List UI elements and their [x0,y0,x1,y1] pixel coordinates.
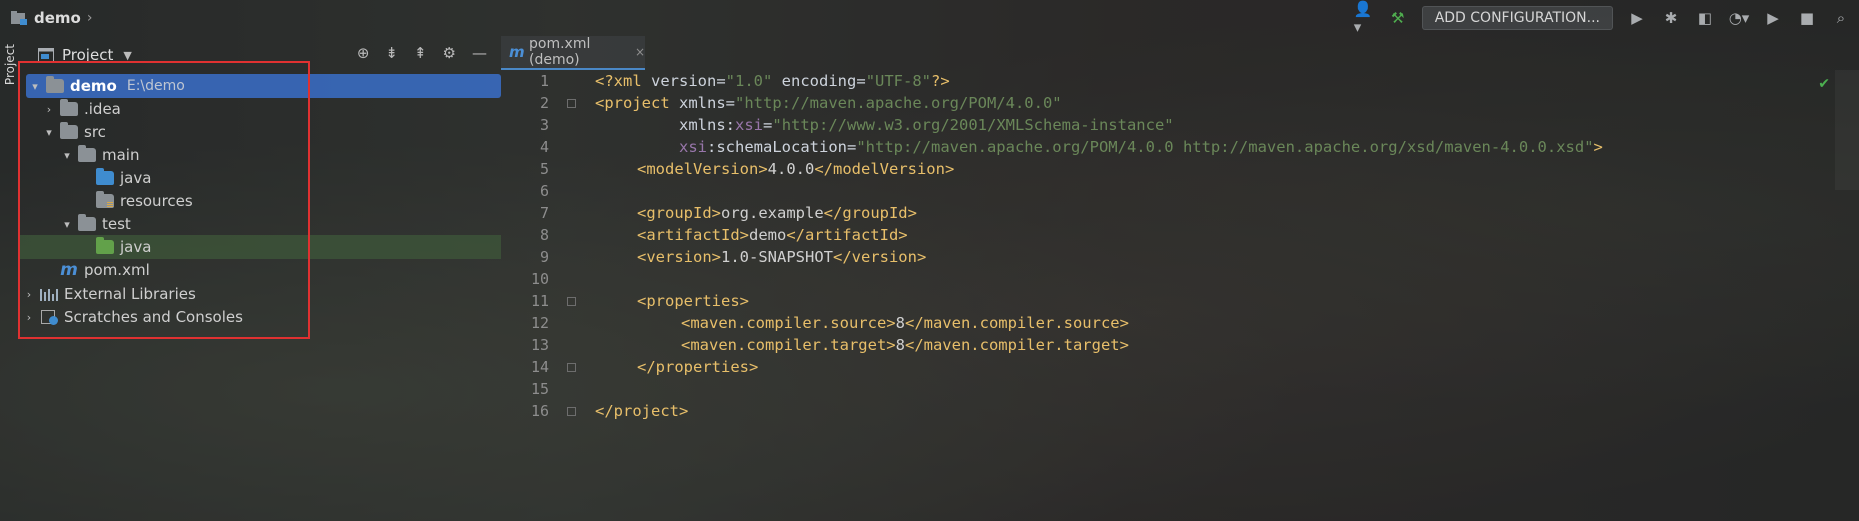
highlight-box [18,61,310,339]
coverage-icon[interactable]: ◧ [1695,8,1715,28]
build-hammer-icon[interactable]: ⚒ [1388,8,1408,28]
locate-icon[interactable]: ⊕ [357,44,370,62]
project-tool-tab[interactable]: Project [3,44,17,85]
fold-marker-icon[interactable] [567,297,576,306]
maven-file-icon: m [509,43,525,61]
code-line: <version>1.0-SNAPSHOT</version> [637,248,927,266]
chevron-right-icon: › [86,10,93,26]
left-tool-strip: Project [0,36,20,521]
debug-icon[interactable]: ✱ [1661,8,1681,28]
code-line: <maven.compiler.target>8</maven.compiler… [681,336,1129,354]
profile-icon[interactable]: ◔▾ [1729,8,1750,28]
tab-label: pom.xml (demo) [529,36,591,68]
breadcrumb[interactable]: demo › [10,9,92,27]
inspection-ok-icon[interactable]: ✔ [1818,76,1830,92]
line-number: 16 [530,402,549,420]
top-navbar: demo › 👤▾ ⚒ ADD CONFIGURATION... ▶ ✱ ◧ ◔… [0,0,1859,36]
expand-all-icon[interactable]: ⇟ [385,44,398,62]
minimize-icon[interactable]: — [472,44,487,62]
code-line: xmlns:xsi="http://www.w3.org/2001/XMLSch… [679,116,1174,134]
code-line: <maven.compiler.source>8</maven.compiler… [681,314,1129,332]
code-line: </properties> [637,358,759,376]
code-line: <artifactId>demo</artifactId> [637,226,908,244]
fold-marker-icon[interactable] [567,407,576,416]
code-line: </project> [595,402,689,420]
collapse-all-icon[interactable]: ⇞ [414,44,427,62]
code-line: <project xmlns="http://maven.apache.org/… [595,94,1062,112]
add-configuration-button[interactable]: ADD CONFIGURATION... [1421,6,1613,30]
breadcrumb-project[interactable]: demo [34,9,81,27]
run-disabled-icon[interactable]: ▶ [1763,8,1783,28]
chevron-down-icon[interactable]: ▼ [123,49,131,62]
code-line: <properties> [637,292,749,310]
settings-icon[interactable]: ⚙ [443,44,456,62]
error-stripe[interactable] [1835,70,1859,190]
search-icon[interactable]: ⌕ [1831,8,1851,28]
line-number: 14 [530,358,549,376]
code-line: <?xml version="1.0" encoding="UTF-8"?> [595,72,950,90]
code-area[interactable]: <?xml version="1.0" encoding="UTF-8"?> <… [501,70,1603,420]
editor: m pom.xml (demo) × ✔ 1 2 3 4 5 6 7 8 9 1… [501,36,1859,521]
code-line: <groupId>org.example</groupId> [637,204,917,222]
stop-icon[interactable]: ■ [1797,8,1817,28]
fold-marker-icon[interactable] [567,99,576,108]
run-icon[interactable]: ▶ [1627,8,1647,28]
fold-marker-icon[interactable] [567,363,576,372]
code-line: <modelVersion>4.0.0</modelVersion> [637,160,955,178]
editor-tabbar: m pom.xml (demo) × [501,36,1859,70]
tab-pom-xml[interactable]: m pom.xml (demo) × [501,36,645,70]
project-view-icon [38,48,54,62]
code-line: xsi:schemaLocation="http://maven.apache.… [679,138,1603,156]
project-folder-icon [11,11,27,25]
close-icon[interactable]: × [635,45,645,59]
line-number: 15 [530,380,549,398]
user-menu-icon[interactable]: 👤▾ [1354,0,1374,36]
